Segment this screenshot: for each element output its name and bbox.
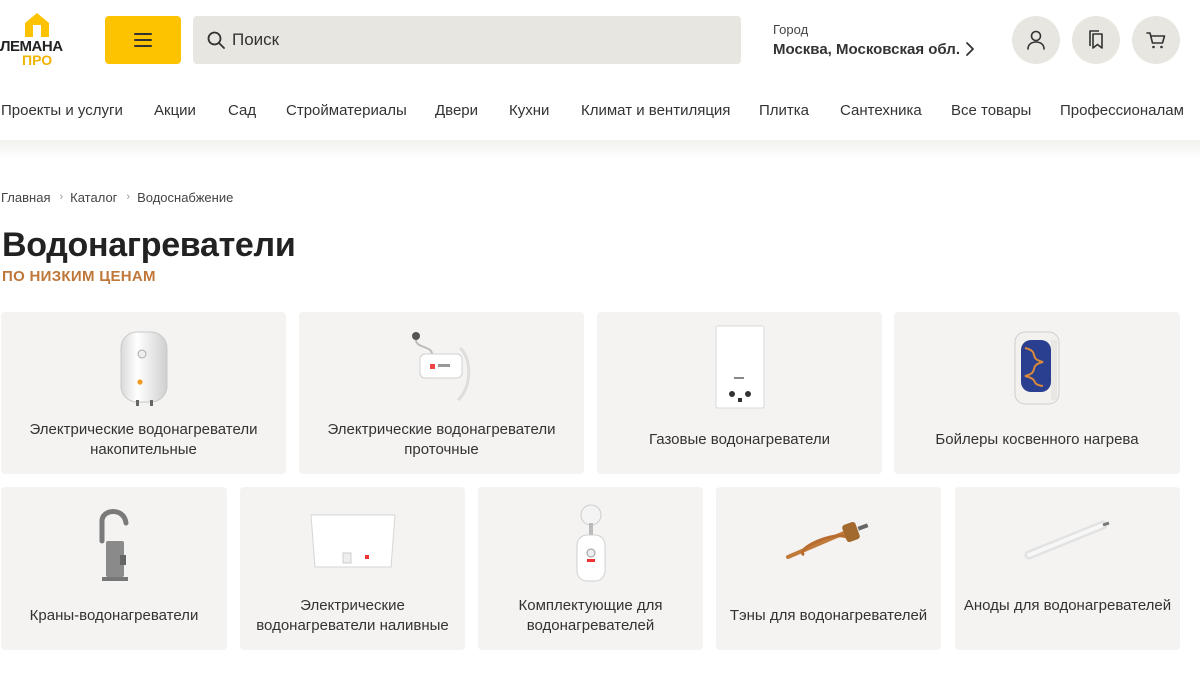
category-card-storage-heaters[interactable]: Электрические водонагреватели накопитель… [1,312,286,474]
category-label: Электрические водонагреватели накопитель… [29,421,258,458]
category-card-parts[interactable]: Комплектующие для водонагревателей [478,487,703,650]
instant-water-heater-icon [299,328,584,408]
nav-item-all-goods[interactable]: Все товары [951,101,1031,121]
category-label: Газовые водонагреватели [649,431,830,448]
nav-divider [0,140,1200,158]
category-card-heating-taps[interactable]: Краны-водонагреватели [1,487,227,650]
breadcrumb-water-supply[interactable]: Водоснабжение [137,190,233,205]
storage-water-heater-icon [1,328,286,408]
hamburger-icon [134,33,152,47]
nav-item-doors[interactable]: Двери [435,101,478,121]
category-card-bulk-heaters[interactable]: Электрические водонагреватели наливные [240,487,465,650]
category-label: Краны-водонагреватели [29,607,199,624]
bulk-water-heater-icon [240,509,465,573]
category-card-anodes[interactable]: Аноды для водонагревателей [955,487,1180,650]
logo-text-bottom: ПРО [22,52,53,68]
city-label: Город [773,22,809,37]
breadcrumb-home[interactable]: Главная [1,190,50,205]
nav-item-sales[interactable]: Акции [154,101,196,121]
house-logo-icon [25,13,49,37]
category-card-instant-heaters[interactable]: Электрические водонагреватели проточные [299,312,584,474]
search-input[interactable] [232,30,712,50]
chevron-right-icon: › [59,191,64,203]
favorites-button[interactable] [1072,16,1120,64]
page-subtitle: ПО НИЗКИМ ЦЕНАМ [2,268,156,285]
category-card-indirect-boilers[interactable]: Бойлеры косвенного нагрева [894,312,1180,474]
breadcrumb: Главная › Каталог › Водоснабжение [1,188,233,206]
category-label: Бойлеры косвенного нагрева [935,431,1139,448]
user-icon [1027,30,1045,50]
nav-item-tiles[interactable]: Плитка [759,101,809,121]
category-label: Электрические водонагреватели наливные [256,597,449,634]
site-logo[interactable]: ЛЕМАНА ПРО [0,12,76,68]
nav-item-garden[interactable]: Сад [228,101,256,121]
nav-item-climate[interactable]: Климат и вентиляция [581,101,730,121]
search-icon [207,31,225,49]
water-heater-parts-icon [478,499,703,585]
cart-button[interactable] [1132,16,1180,64]
cart-icon [1146,32,1166,49]
chevron-right-icon [966,42,974,56]
category-card-gas-heaters[interactable]: Газовые водонагреватели [597,312,882,474]
gas-water-heater-icon [597,324,882,410]
main-nav: Проекты и услуги Акции Сад Стройматериал… [0,92,1200,130]
category-label: Аноды для водонагревателей [963,597,1172,614]
category-label: Электрические водонагреватели проточные [327,421,556,458]
site-header: ЛЕМАНА ПРО Город Москва, Московская обл. [0,0,1200,80]
city-selector[interactable]: Город Москва, Московская обл. [773,22,983,62]
page-title: Водонагреватели [2,226,296,264]
city-value: Москва, Московская обл. [773,41,960,58]
bookmarks-icon [1089,30,1103,49]
search-bar[interactable] [193,16,741,64]
chevron-right-icon: › [126,191,131,203]
nav-item-projects[interactable]: Проекты и услуги [1,101,123,121]
indirect-boiler-icon [894,328,1180,408]
category-label: Тэны для водонагревателей [729,607,928,624]
category-card-heating-elements[interactable]: Тэны для водонагревателей [716,487,941,650]
nav-item-kitchens[interactable]: Кухни [509,101,549,121]
profile-button[interactable] [1012,16,1060,64]
nav-item-building[interactable]: Стройматериалы [286,101,407,121]
nav-item-professionals[interactable]: Профессионалам [1060,101,1184,121]
breadcrumb-catalog[interactable]: Каталог [70,190,117,205]
heating-element-icon [716,515,941,565]
nav-item-plumbing[interactable]: Сантехника [840,101,922,121]
catalog-menu-button[interactable] [105,16,181,64]
anode-rod-icon [955,517,1180,561]
heating-tap-icon [1,501,227,585]
category-label: Комплектующие для водонагревателей [518,597,663,634]
